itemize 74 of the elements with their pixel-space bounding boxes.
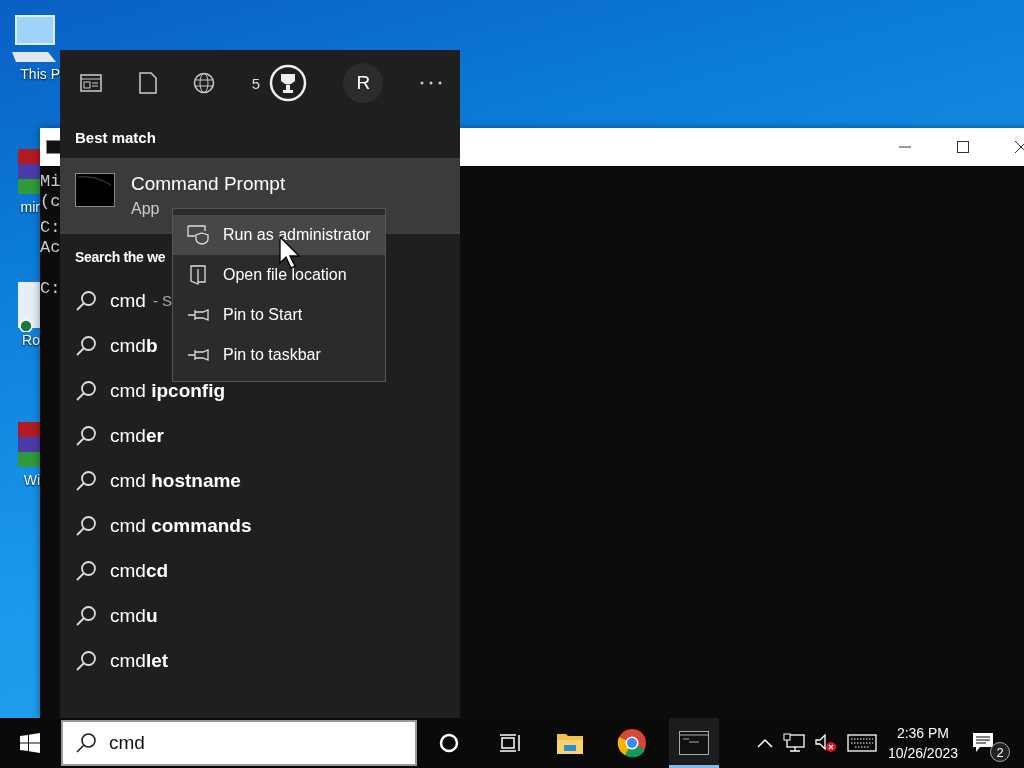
search-icon (75, 732, 97, 754)
taskbar-app[interactable] (669, 718, 719, 768)
search-suggestion[interactable]: cmd commands (60, 503, 252, 548)
points-count: 5 (251, 74, 261, 92)
task-view-icon[interactable] (499, 733, 521, 753)
search-suggestion[interactable]: cmdb (60, 323, 158, 368)
console-line: (c (40, 192, 61, 211)
clock[interactable]: 2:36 PM 10/26/2023 (887, 723, 958, 763)
suggestion-text: cmd (110, 289, 146, 312)
console-line: C: (40, 279, 61, 299)
search-suggestion[interactable]: cmder (60, 413, 164, 458)
folder-icon (556, 731, 584, 755)
search-icon (75, 379, 97, 402)
search-icon (75, 559, 97, 582)
app-type: App (131, 200, 161, 218)
search-icon (75, 289, 97, 312)
close-icon[interactable] (1014, 140, 1024, 154)
clock-time: 2:36 PM (896, 724, 950, 743)
console-line: Mi (40, 172, 61, 192)
trophy-icon[interactable] (268, 64, 307, 102)
suggestion-text: cmdlet (110, 649, 169, 672)
muted-speaker-icon[interactable] (814, 733, 837, 753)
search-suggestion[interactable]: cmdlet (60, 638, 169, 683)
maximize-icon[interactable] (956, 140, 970, 154)
folder-icon (187, 265, 209, 285)
search-icon (75, 424, 97, 447)
desktop-icon-label[interactable]: mir (20, 199, 40, 215)
console-icon (679, 731, 709, 755)
search-suggestion[interactable]: cmdu (60, 593, 158, 638)
windows-logo-icon[interactable] (20, 733, 40, 753)
desktop-icon-label[interactable]: This P (20, 66, 60, 82)
notifications-icon[interactable] (972, 732, 994, 754)
search-icon (75, 514, 97, 537)
section-heading: Search the we (74, 248, 166, 267)
console-line: C: (40, 218, 61, 238)
circle-icon[interactable] (439, 733, 459, 753)
clock-date: 10/26/2023 (887, 744, 958, 763)
section-heading: Best match (74, 127, 156, 148)
search-suggestion[interactable]: cmd - S (60, 278, 173, 323)
menu-item[interactable]: Open file location (173, 255, 385, 295)
search-field[interactable]: cmd (61, 720, 417, 766)
globe-icon[interactable] (193, 72, 216, 94)
suggestion-text: cmdb (110, 334, 158, 357)
search-icon (75, 334, 97, 357)
search-icon (75, 649, 97, 672)
shield-icon (187, 225, 209, 245)
chevron-up-icon[interactable] (756, 738, 773, 748)
account-avatar[interactable]: R (343, 63, 384, 103)
pin-icon (187, 308, 209, 322)
search-icon (75, 469, 97, 492)
suggestion-hint: - S (152, 292, 173, 309)
search-icon (75, 604, 97, 627)
news-icon[interactable] (80, 74, 102, 92)
desktop-icon-label[interactable]: Ro (22, 332, 40, 348)
suggestion-text: cmdcd (110, 559, 169, 582)
suggestion-text: cmd ipconfig (110, 379, 226, 402)
search-suggestion[interactable]: cmdcd (60, 548, 169, 593)
suggestion-text: cmdu (110, 604, 158, 627)
suggestion-text: cmder (110, 424, 164, 447)
chrome-icon (617, 728, 647, 758)
app-name: Command Prompt (131, 173, 286, 195)
menu-item[interactable]: Run as administrator (173, 215, 385, 255)
search-suggestion[interactable]: cmd hostname (60, 458, 241, 503)
keyboard-icon[interactable] (846, 734, 877, 752)
document-icon[interactable] (138, 72, 157, 94)
pin-icon (187, 348, 209, 362)
console-line: Ac (40, 238, 61, 258)
suggestion-text: cmd commands (110, 514, 252, 537)
menu-item[interactable]: Pin to Start (173, 295, 385, 335)
notification-badge: 2 (990, 742, 1010, 762)
console-icon (75, 173, 115, 207)
network-icon[interactable] (782, 733, 805, 753)
suggestion-text: cmd hostname (110, 469, 241, 492)
more-icon[interactable] (420, 81, 442, 85)
